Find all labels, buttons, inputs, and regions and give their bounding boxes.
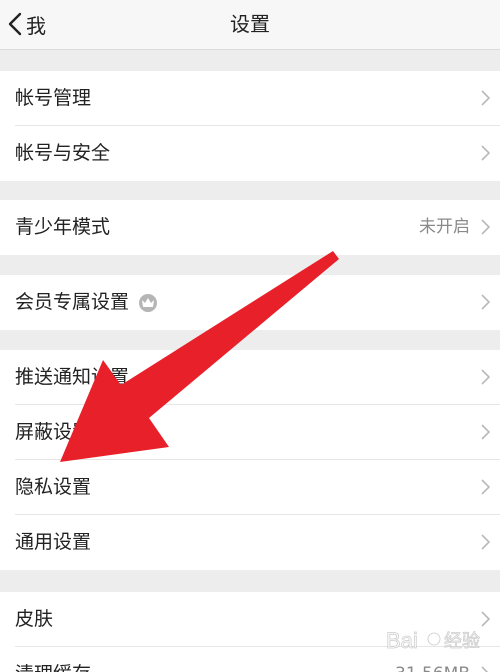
chevron-right-icon <box>481 145 490 161</box>
youth-mode-status: 未开启 <box>419 217 470 237</box>
chevron-right-icon <box>481 611 490 627</box>
settings-item-label: 清理缓存 <box>15 647 91 672</box>
page-title: 设置 <box>230 12 270 36</box>
chevron-right-icon <box>481 479 490 495</box>
settings-item-label: 会员专属设置 <box>15 291 130 313</box>
chevron-right-icon <box>481 534 490 550</box>
settings-item-privacy-settings[interactable]: 隐私设置 <box>0 460 500 515</box>
chevron-right-icon <box>481 369 490 385</box>
settings-item-label: 隐私设置 <box>15 476 92 498</box>
chevron-right-icon <box>481 90 490 106</box>
settings-item-skin[interactable]: 皮肤 <box>0 592 500 647</box>
chevron-right-icon <box>481 666 489 672</box>
settings-item-label: 屏蔽设置 <box>15 421 92 443</box>
settings-item-account-management[interactable]: 帐号管理 <box>0 71 500 126</box>
settings-item-label: 推送通知设置 <box>15 366 130 388</box>
settings-item-label: 帐号管理 <box>15 87 92 109</box>
settings-item-account-security[interactable]: 帐号与安全 <box>0 126 500 181</box>
settings-item-label: 通用设置 <box>15 531 92 553</box>
chevron-right-icon <box>481 219 490 235</box>
cache-size: 31.56MB <box>395 647 470 672</box>
settings-screen: 我 设置 帐号管理 帐号与安全 青少年模式 未开启 会员专属设置 推送通知设置 <box>0 0 500 672</box>
settings-item-block-settings[interactable]: 屏蔽设置 <box>0 405 500 460</box>
crown-icon <box>139 293 158 312</box>
settings-item-label: 青少年模式 <box>15 216 111 238</box>
settings-item-clear-cache[interactable]: 清理缓存 31.56MB <box>0 647 500 672</box>
navigation-bar: 我 设置 <box>0 0 500 50</box>
settings-item-label-wrap: 会员专属设置 <box>15 275 158 330</box>
settings-item-label: 皮肤 <box>15 608 54 630</box>
settings-item-youth-mode[interactable]: 青少年模式 未开启 <box>0 200 500 255</box>
settings-item-vip-settings[interactable]: 会员专属设置 <box>0 275 500 330</box>
chevron-right-icon <box>481 424 490 440</box>
chevron-right-icon <box>481 294 490 310</box>
settings-item-label: 帐号与安全 <box>15 142 111 164</box>
settings-item-push-notifications[interactable]: 推送通知设置 <box>0 350 500 405</box>
settings-item-general-settings[interactable]: 通用设置 <box>0 515 500 570</box>
